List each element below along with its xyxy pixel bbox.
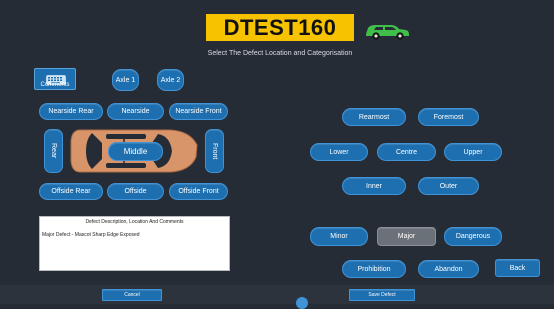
nearside-rear-button[interactable]: Nearside Rear xyxy=(39,103,103,120)
page-subtitle: Select The Defect Location and Categoris… xyxy=(207,50,353,57)
major-button[interactable]: Major xyxy=(377,227,436,246)
axle-2-button[interactable]: Axle 2 xyxy=(157,69,184,91)
inner-button[interactable]: Inner xyxy=(342,177,406,195)
comments-label: Comments xyxy=(40,82,70,88)
bottom-bar xyxy=(0,285,554,304)
nearside-button[interactable]: Nearside xyxy=(107,103,164,120)
prohibition-button[interactable]: Prohibition xyxy=(342,260,406,278)
centre-button[interactable]: Centre xyxy=(377,143,436,161)
minor-button[interactable]: Minor xyxy=(310,227,368,246)
save-defect-button[interactable]: Save Defect xyxy=(349,289,415,301)
upper-button[interactable]: Upper xyxy=(444,143,502,161)
middle-button[interactable]: Middle xyxy=(108,142,163,161)
description-title: Defect Description, Location And Comment… xyxy=(85,219,184,225)
lower-button[interactable]: Lower xyxy=(310,143,368,161)
axle-1-button[interactable]: Axle 1 xyxy=(112,69,139,91)
foremost-button[interactable]: Foremost xyxy=(418,108,479,126)
outer-button[interactable]: Outer xyxy=(418,177,479,195)
defect-description-box[interactable]: Defect Description, Location And Comment… xyxy=(39,216,230,271)
dangerous-button[interactable]: Dangerous xyxy=(444,227,502,246)
abandon-button[interactable]: Abandon xyxy=(418,260,479,278)
offside-front-button[interactable]: Offside Front xyxy=(169,183,228,200)
back-button[interactable]: Back xyxy=(495,259,540,277)
cancel-button[interactable]: Cancel xyxy=(102,289,162,301)
front-button[interactable]: Front xyxy=(205,129,224,173)
scroll-indicator[interactable] xyxy=(296,297,308,309)
vehicle-icon xyxy=(363,19,411,41)
offside-rear-button[interactable]: Offside Rear xyxy=(39,183,103,200)
offside-button[interactable]: Offside xyxy=(107,183,164,200)
registration-plate: DTEST160 xyxy=(206,14,354,41)
rearmost-button[interactable]: Rearmost xyxy=(342,108,406,126)
description-text: Major Defect - Mascot Sharp Edge Exposed xyxy=(42,232,140,238)
nearside-front-button[interactable]: Nearside Front xyxy=(169,103,228,120)
comments-button[interactable]: Comments xyxy=(34,68,76,90)
rear-button[interactable]: Rear xyxy=(44,129,63,173)
